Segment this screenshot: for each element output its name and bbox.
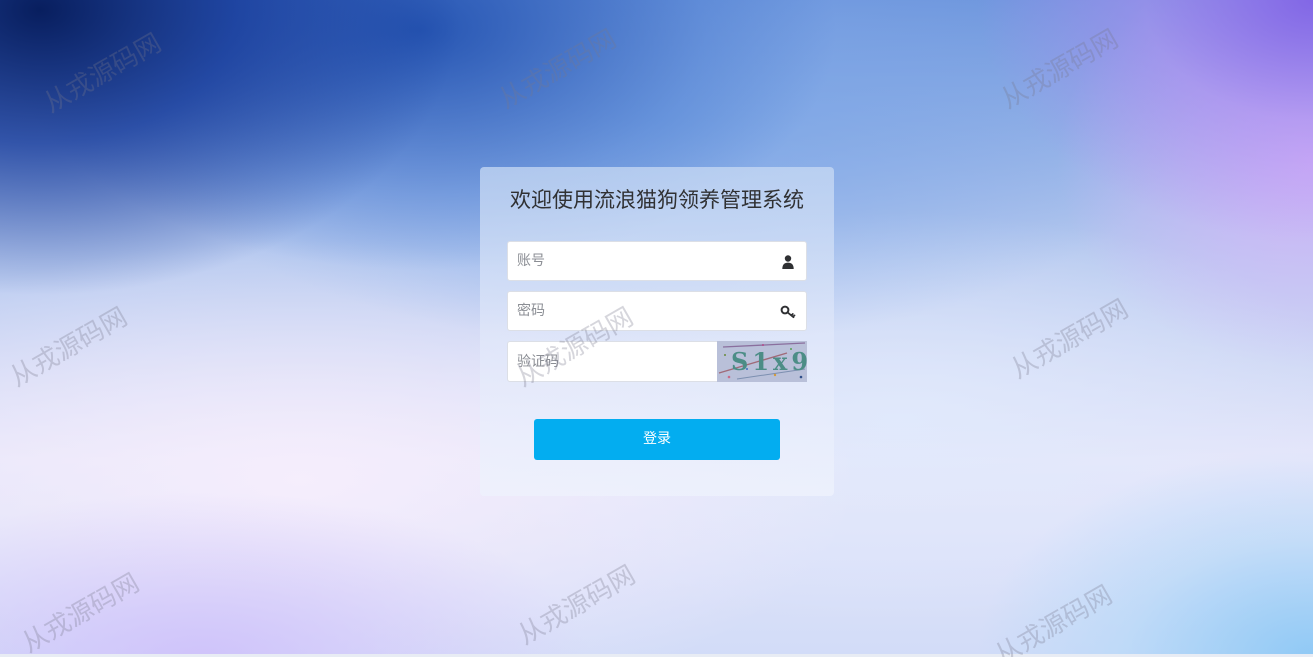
captcha-image[interactable]: S1x9	[717, 341, 807, 382]
captcha-input-wrap	[507, 341, 717, 382]
password-input[interactable]	[508, 292, 806, 330]
login-card: 欢迎使用流浪猫狗领养管理系统 账号 验证码 S1x9 登录	[480, 167, 834, 496]
username-input[interactable]	[508, 242, 806, 280]
login-button[interactable]: 登录	[534, 419, 780, 460]
key-icon	[780, 304, 796, 320]
user-icon	[780, 254, 796, 270]
username-field	[507, 241, 807, 281]
captcha-input[interactable]	[508, 342, 717, 381]
password-field	[507, 291, 807, 331]
captcha-field: S1x9	[507, 341, 807, 382]
page-title: 欢迎使用流浪猫狗领养管理系统	[510, 188, 804, 212]
captcha-text: S1x9	[731, 347, 807, 376]
